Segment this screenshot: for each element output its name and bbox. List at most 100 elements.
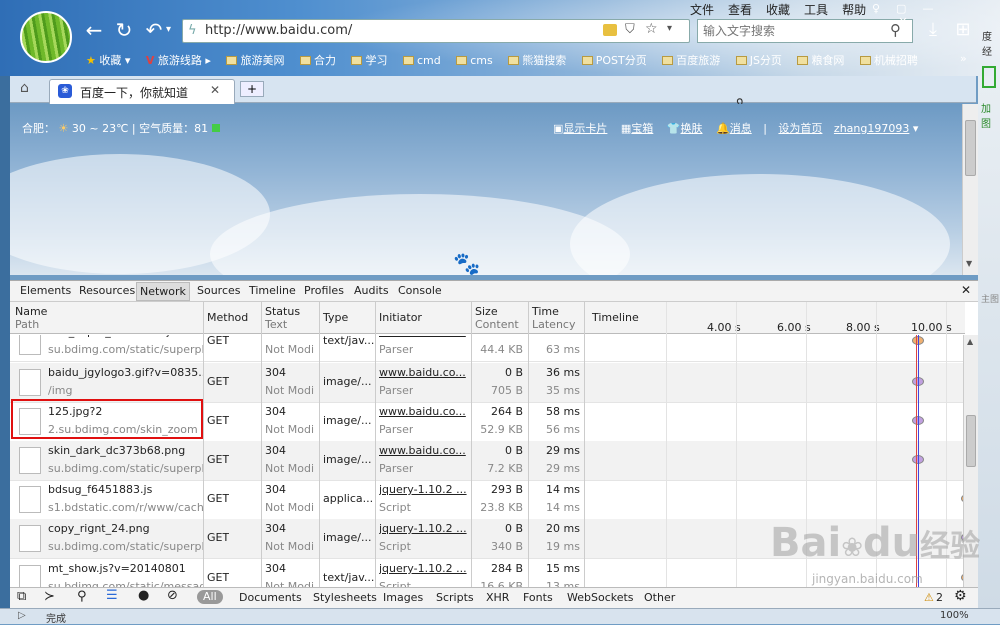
bookmark-10[interactable]: JS分页 (735, 52, 782, 68)
bookmark-favorites[interactable]: ★ 收藏 ▾ (86, 52, 130, 68)
tab-profiles[interactable]: Profiles (304, 284, 344, 297)
page-scroll-thumb[interactable] (965, 120, 976, 176)
undo-icon[interactable]: ↶ (142, 19, 166, 41)
bookmark-4[interactable]: 学习 (351, 52, 387, 68)
undo-dropdown-icon[interactable]: ▾ (166, 24, 171, 35)
bookmark-12[interactable]: 机械招聘 (859, 52, 918, 68)
shield-icon[interactable]: ⛉ (625, 22, 635, 37)
filter-images[interactable]: Images (383, 591, 423, 604)
table-row[interactable]: bdsug_f6451883.js s1.bdstatic.com/r/www/c… (10, 480, 965, 520)
filter-xhr[interactable]: XHR (486, 591, 509, 604)
row-initiator[interactable]: www.baidu.co... (379, 402, 467, 422)
menu-view[interactable]: 查看 (728, 3, 752, 17)
filter-all[interactable]: All (197, 590, 223, 604)
user-link[interactable]: zhang197093 (834, 122, 909, 135)
col-size[interactable]: Size Content (475, 305, 519, 331)
devtools-close-icon[interactable]: ✕ (961, 283, 971, 297)
dock-icon[interactable]: ⧉ (17, 589, 26, 604)
filter-documents[interactable]: Documents (239, 591, 302, 604)
tab-title: 百度一下，你就知道 (80, 86, 189, 100)
col-time[interactable]: Time Latency (532, 305, 575, 331)
message-link[interactable]: 消息 (730, 122, 752, 135)
record-icon[interactable]: ● (138, 588, 149, 603)
table-row[interactable]: skin_dark_dc373b68.png su.bdimg.com/stati… (10, 441, 965, 481)
tab-network[interactable]: Network (136, 282, 190, 301)
row-initiator[interactable]: jquery-1.10.2 ... (379, 559, 467, 579)
new-tab-button[interactable]: + (240, 81, 264, 97)
scroll-up-icon[interactable]: ▲ (967, 337, 973, 346)
bookmark-travel[interactable]: V 旅游线路 ▸ (146, 52, 211, 68)
bookmark-3[interactable]: 合力 (299, 52, 336, 68)
window-controls[interactable]: ♀▢—▭✕ (872, 2, 1000, 28)
bookmarks-more-icon[interactable]: » (960, 52, 967, 65)
skin-link[interactable]: 换肤 (681, 122, 703, 135)
tab-sources[interactable]: Sources (197, 284, 241, 297)
search-icon[interactable]: ⚲ (77, 589, 87, 604)
row-initiator[interactable]: jquery-1.10.2 ... (379, 480, 467, 500)
tab-console[interactable]: Console (398, 284, 442, 297)
col-timeline[interactable]: Timeline (592, 311, 639, 324)
bookmark-11[interactable]: 粮食网 (797, 52, 844, 68)
filter-stylesheets[interactable]: Stylesheets (313, 591, 377, 604)
col-status[interactable]: Status Text (265, 305, 300, 331)
filter-other[interactable]: Other (644, 591, 675, 604)
warning-icon[interactable]: ⚠ (924, 591, 934, 604)
url-dropdown-icon[interactable]: ▾ (667, 23, 672, 34)
settings-gear-icon[interactable]: ⚙ (954, 588, 967, 604)
tab-elements[interactable]: Elements (20, 284, 71, 297)
zoom-level[interactable]: 100% (940, 610, 969, 621)
menu-help[interactable]: 帮助 (842, 3, 866, 17)
bookmark-2[interactable]: 旅游美网 (226, 52, 284, 68)
network-scroll-thumb[interactable] (966, 415, 976, 467)
row-initiator[interactable]: jquery-1.10.2 ... (379, 519, 467, 539)
row-initiator[interactable]: www.baidu.co... (379, 363, 467, 383)
row-content: 7.2 KB (487, 462, 523, 475)
flag-icon[interactable] (603, 24, 617, 36)
col-type[interactable]: Type (323, 311, 348, 324)
list-view-icon[interactable]: ☰ (106, 588, 118, 603)
air-quality-indicator (211, 124, 220, 132)
side-label-3: 主图 (981, 295, 1000, 305)
side-plus-icon[interactable] (982, 66, 996, 88)
menu-tools[interactable]: 工具 (804, 3, 828, 17)
menu-favorites[interactable]: 收藏 (766, 3, 790, 17)
table-row[interactable]: min_super_79a8e8fd.jssu.bdimg.com/static… (10, 335, 965, 362)
refresh-icon[interactable]: ↻ (112, 19, 136, 41)
warning-count: 2 (936, 591, 943, 604)
bookmark-5[interactable]: cmd (402, 54, 441, 67)
tab-baidu[interactable]: ❀ 百度一下，你就知道 ✕ (49, 79, 235, 104)
menu-file[interactable]: 文件 (690, 3, 714, 17)
col-method[interactable]: Method (207, 311, 248, 324)
star-icon[interactable]: ☆ (645, 21, 658, 37)
address-bar[interactable]: ϟ http://www.baidu.com/ ⛉ ☆ ▾ (182, 19, 690, 43)
avatar[interactable] (20, 11, 72, 63)
bookmark-8[interactable]: POST分页 (581, 52, 647, 68)
treasure-link[interactable]: 宝箱 (631, 122, 653, 135)
tab-audits[interactable]: Audits (354, 284, 389, 297)
clear-icon[interactable]: ⊘ (167, 588, 178, 603)
home-icon[interactable]: ⌂ (20, 80, 29, 96)
filter-fonts[interactable]: Fonts (523, 591, 553, 604)
row-time: 29 ms (546, 444, 580, 457)
col-divider (528, 302, 529, 589)
bookmark-9[interactable]: 百度旅游 (662, 52, 720, 68)
console-drawer-icon[interactable]: ≻ (44, 589, 55, 604)
weather-widget[interactable]: 合肥： ☀ 30 ~ 23℃ | 空气质量：81 (22, 120, 220, 136)
tab-close-icon[interactable]: ✕ (210, 83, 220, 97)
page-scroll-down-icon[interactable]: ▼ (966, 259, 972, 268)
search-input[interactable] (703, 20, 883, 42)
row-initiator[interactable]: www.baidu.co... (379, 441, 467, 461)
bookmark-7[interactable]: 熊猫搜索 (508, 52, 566, 68)
page-scrollbar[interactable]: ▼ (962, 104, 978, 275)
tab-resources[interactable]: Resources (79, 284, 135, 297)
show-card-link[interactable]: 显示卡片 (563, 122, 607, 135)
table-row[interactable]: baidu_jgylogo3.gif?v=0835... /img GET 304 No… (10, 363, 965, 403)
tab-timeline[interactable]: Timeline (249, 284, 296, 297)
filter-scripts[interactable]: Scripts (436, 591, 474, 604)
bookmark-6[interactable]: cms (456, 54, 493, 67)
col-name[interactable]: Name Path (15, 305, 47, 331)
col-initiator[interactable]: Initiator (379, 311, 422, 324)
filter-websockets[interactable]: WebSockets (567, 591, 634, 604)
set-home-link[interactable]: 设为首页 (778, 122, 822, 135)
back-icon[interactable]: ← (82, 19, 106, 41)
